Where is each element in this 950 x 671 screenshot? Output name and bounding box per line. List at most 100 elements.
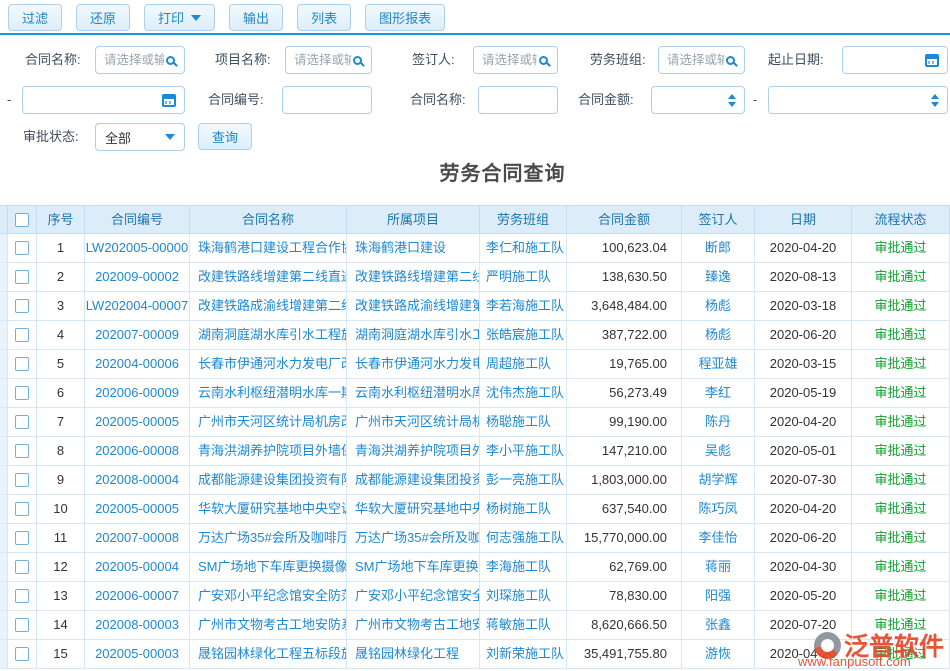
graph-report-button[interactable]: 图形报表 — [365, 4, 445, 31]
cell-contract-name[interactable]: 万达广场35#会所及咖啡厅 — [190, 524, 347, 553]
cell-project[interactable]: 广州市文物考古工地安 — [347, 611, 480, 640]
cell-project[interactable]: 晟铭园林绿化工程 — [347, 640, 480, 669]
date-to-input[interactable] — [23, 88, 162, 112]
cell-signer[interactable]: 阳强 — [682, 582, 755, 611]
cell-signer[interactable]: 臻逸 — [682, 263, 755, 292]
cell-labor-team[interactable]: 严明施工队 — [480, 263, 567, 292]
cell-labor-team[interactable]: 李若海施工队 — [480, 292, 567, 321]
query-button[interactable]: 查询 — [198, 123, 252, 150]
date-to-field[interactable] — [22, 86, 185, 114]
project-name-search-input[interactable] — [286, 48, 353, 72]
row-checkbox[interactable] — [15, 560, 29, 574]
cell-project[interactable]: 成都能源建设集团投资 — [347, 466, 480, 495]
cell-labor-team[interactable]: 何志强施工队 — [480, 524, 567, 553]
cell-project[interactable]: 改建铁路线增建第二线 — [347, 263, 480, 292]
search-icon[interactable] — [353, 56, 362, 65]
cell-project[interactable]: 湖南洞庭湖水库引水工 — [347, 321, 480, 350]
cell-contract-code[interactable]: 202006-00008 — [85, 437, 190, 466]
row-checkbox[interactable] — [15, 357, 29, 371]
cell-labor-team[interactable]: 沈伟杰施工队 — [480, 379, 567, 408]
export-button[interactable]: 输出 — [229, 4, 283, 31]
cell-project[interactable]: 珠海鹤港口建设 — [347, 234, 480, 263]
cell-contract-name[interactable]: 广州市天河区统计局机房改造 — [190, 408, 347, 437]
cell-labor-team[interactable]: 杨树施工队 — [480, 495, 567, 524]
cell-labor-team[interactable]: 刘琛施工队 — [480, 582, 567, 611]
cell-contract-name[interactable]: 云南水利枢纽潜明水库一期 — [190, 379, 347, 408]
amount-max-field[interactable] — [768, 86, 948, 114]
row-checkbox[interactable] — [15, 618, 29, 632]
number-stepper-icon[interactable] — [728, 94, 736, 107]
amount-min-input[interactable] — [652, 88, 728, 112]
search-icon[interactable] — [539, 56, 548, 65]
cell-contract-code[interactable]: 202006-00007 — [85, 582, 190, 611]
date-from-input[interactable] — [843, 48, 925, 72]
amount-max-input[interactable] — [769, 88, 931, 112]
signer-search-field[interactable] — [473, 46, 558, 74]
calendar-icon[interactable] — [162, 94, 176, 107]
cell-project[interactable]: 华软大厦研究基地中央 — [347, 495, 480, 524]
search-icon[interactable] — [726, 56, 735, 65]
date-from-field[interactable] — [842, 46, 948, 74]
row-checkbox[interactable] — [15, 473, 29, 487]
approval-status-select[interactable]: 全部 — [95, 123, 185, 151]
cell-contract-code[interactable]: LW202004-00007 — [85, 292, 190, 321]
contract-no-input[interactable] — [283, 88, 371, 112]
cell-contract-code[interactable]: 202004-00006 — [85, 350, 190, 379]
row-checkbox[interactable] — [15, 589, 29, 603]
cell-project[interactable]: 广安邓小平纪念馆安全 — [347, 582, 480, 611]
contract-name-search-field[interactable] — [95, 46, 185, 74]
cell-signer[interactable]: 胡学辉 — [682, 466, 755, 495]
labor-team-search-input[interactable] — [659, 48, 726, 72]
row-checkbox[interactable] — [15, 415, 29, 429]
cell-contract-code[interactable]: 202005-00005 — [85, 408, 190, 437]
restore-button[interactable]: 还原 — [76, 4, 130, 31]
row-checkbox[interactable] — [15, 647, 29, 661]
cell-contract-name[interactable]: 晟铭园林绿化工程五标段施工 — [190, 640, 347, 669]
cell-signer[interactable]: 吴彪 — [682, 437, 755, 466]
cell-contract-code[interactable]: 202005-00005 — [85, 495, 190, 524]
row-checkbox[interactable] — [15, 386, 29, 400]
cell-contract-name[interactable]: SM广场地下车库更换摄像头 — [190, 553, 347, 582]
contract-name-search-input[interactable] — [96, 48, 166, 72]
cell-project[interactable]: 万达广场35#会所及咖啡 — [347, 524, 480, 553]
cell-signer[interactable]: 程亚雄 — [682, 350, 755, 379]
contract-name-text-field[interactable] — [478, 86, 558, 114]
cell-contract-code[interactable]: 202006-00009 — [85, 379, 190, 408]
cell-labor-team[interactable]: 张皓宸施工队 — [480, 321, 567, 350]
cell-signer[interactable]: 杨彪 — [682, 292, 755, 321]
cell-project[interactable]: 广州市天河区统计局机 — [347, 408, 480, 437]
cell-project[interactable]: 长春市伊通河水力发电 — [347, 350, 480, 379]
cell-contract-name[interactable]: 长春市伊通河水力发电厂改造 — [190, 350, 347, 379]
cell-labor-team[interactable]: 彭一亮施工队 — [480, 466, 567, 495]
cell-signer[interactable]: 蒋丽 — [682, 553, 755, 582]
cell-contract-name[interactable]: 广安邓小平纪念馆安全防范 — [190, 582, 347, 611]
row-checkbox[interactable] — [15, 531, 29, 545]
signer-search-input[interactable] — [474, 48, 539, 72]
cell-signer[interactable]: 李佳怡 — [682, 524, 755, 553]
cell-signer[interactable]: 李红 — [682, 379, 755, 408]
cell-project[interactable]: 青海洪湖养护院项目外 — [347, 437, 480, 466]
cell-contract-name[interactable]: 青海洪湖养护院项目外墙保温 — [190, 437, 347, 466]
number-stepper-icon[interactable] — [931, 94, 939, 107]
cell-contract-code[interactable]: 202007-00009 — [85, 321, 190, 350]
cell-contract-name[interactable]: 成都能源建设集团投资有限公司 — [190, 466, 347, 495]
cell-signer[interactable]: 游恢 — [682, 640, 755, 669]
amount-min-field[interactable] — [651, 86, 745, 114]
list-button[interactable]: 列表 — [297, 4, 351, 31]
cell-contract-name[interactable]: 改建铁路成渝线增建第二线 — [190, 292, 347, 321]
print-button[interactable]: 打印 — [144, 4, 215, 31]
cell-contract-code[interactable]: 202007-00008 — [85, 524, 190, 553]
cell-signer[interactable]: 陈丹 — [682, 408, 755, 437]
labor-team-search-field[interactable] — [658, 46, 745, 74]
cell-contract-name[interactable]: 华软大厦研究基地中央空调 — [190, 495, 347, 524]
cell-labor-team[interactable]: 刘新荣施工队 — [480, 640, 567, 669]
cell-contract-name[interactable]: 改建铁路线增建第二线直通 — [190, 263, 347, 292]
filter-button[interactable]: 过滤 — [8, 4, 62, 31]
cell-labor-team[interactable]: 蒋敏施工队 — [480, 611, 567, 640]
cell-labor-team[interactable]: 李仁和施工队 — [480, 234, 567, 263]
contract-name-text-input[interactable] — [479, 88, 557, 112]
cell-contract-code[interactable]: 202005-00004 — [85, 553, 190, 582]
cell-labor-team[interactable]: 李海施工队 — [480, 553, 567, 582]
cell-contract-name[interactable]: 珠海鹤港口建设工程合作协议 — [190, 234, 347, 263]
cell-contract-name[interactable]: 广州市文物考古工地安防系统 — [190, 611, 347, 640]
